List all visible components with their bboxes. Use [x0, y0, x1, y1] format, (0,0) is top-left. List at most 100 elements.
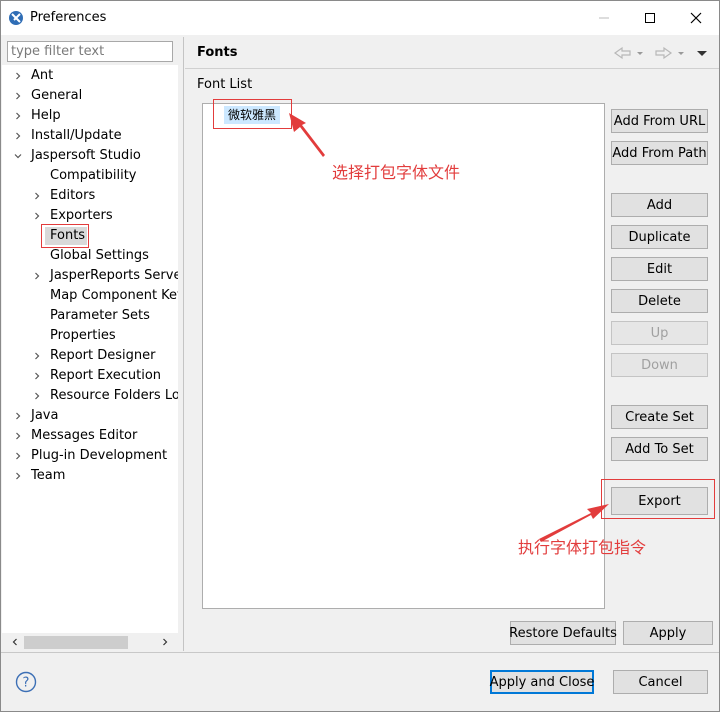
- tree-item-help[interactable]: Help: [2, 106, 178, 126]
- scroll-right-icon[interactable]: [160, 637, 170, 647]
- annotation-select-font: 选择打包字体文件: [332, 163, 461, 182]
- tree-item-jaspersoft-studio[interactable]: Jaspersoft Studio: [2, 146, 178, 166]
- down-button[interactable]: Down: [611, 353, 708, 377]
- tree-item-map-component-key[interactable]: Map Component Key: [2, 286, 178, 306]
- eclipse-app-icon: [9, 11, 23, 25]
- tree-item-plug-in-development[interactable]: Plug-in Development: [2, 446, 178, 466]
- delete-button[interactable]: Delete: [611, 289, 708, 313]
- tree-item-label: Java: [31, 408, 59, 423]
- preferences-tree: Ant General Help Install/Update Jaspersoft S…: [2, 65, 178, 633]
- tree-item-label: Install/Update: [31, 128, 122, 143]
- forward-arrow-icon[interactable]: [655, 46, 673, 60]
- preferences-window: Preferences Ant General Help Install/Update…: [0, 0, 720, 712]
- scroll-thumb[interactable]: [24, 636, 128, 649]
- tree-item-label: Team: [31, 468, 66, 483]
- tree-item-jasperreports-server[interactable]: JasperReports Server: [2, 266, 178, 286]
- tree-item-label: Plug-in Development: [31, 448, 168, 463]
- minimize-icon: [599, 17, 609, 19]
- tree-item-label: JasperReports Server: [50, 268, 178, 283]
- chevron-right-icon[interactable]: [13, 451, 23, 461]
- tree-item-resource-folders-loc[interactable]: Resource Folders Loc: [2, 386, 178, 406]
- tree-item-label: Report Designer: [50, 348, 156, 363]
- tree-item-messages-editor[interactable]: Messages Editor: [2, 426, 178, 446]
- up-button[interactable]: Up: [611, 321, 708, 345]
- chevron-right-icon[interactable]: [32, 271, 42, 281]
- tree-item-label: Global Settings: [50, 248, 149, 263]
- close-icon: [690, 12, 702, 24]
- window-title: Preferences: [30, 10, 107, 25]
- panel-divider[interactable]: [183, 37, 184, 651]
- filter-input[interactable]: [7, 41, 173, 62]
- tree-item-compatibility[interactable]: Compatibility: [2, 166, 178, 186]
- tree-horizontal-scrollbar[interactable]: [7, 634, 173, 651]
- add-to-set-button[interactable]: Add To Set: [611, 437, 708, 461]
- chevron-right-icon[interactable]: [32, 351, 42, 361]
- tree-item-report-designer[interactable]: Report Designer: [2, 346, 178, 366]
- minimize-button[interactable]: [581, 1, 627, 35]
- chevron-right-icon[interactable]: [13, 411, 23, 421]
- apply-and-close-button[interactable]: Apply and Close: [490, 670, 594, 694]
- page-title: Fonts: [197, 45, 238, 60]
- cancel-button[interactable]: Cancel: [613, 670, 708, 694]
- tree-item-label: General: [31, 88, 83, 103]
- chevron-right-icon[interactable]: [13, 131, 23, 141]
- font-list-label: Font List: [197, 77, 253, 92]
- scroll-left-icon[interactable]: [10, 637, 20, 647]
- tree-item-team[interactable]: Team: [2, 466, 178, 486]
- tree-item-fonts[interactable]: [2, 226, 178, 246]
- add-button[interactable]: Add: [611, 193, 708, 217]
- tree-item-label: Help: [31, 108, 61, 123]
- edit-button[interactable]: Edit: [611, 257, 708, 281]
- tree-item-exporters[interactable]: Exporters: [2, 206, 178, 226]
- apply-button[interactable]: Apply: [623, 621, 713, 645]
- tree-item-fonts-label: Fonts: [50, 228, 86, 243]
- view-menu-icon[interactable]: [697, 51, 707, 56]
- font-item-annotation-box: [213, 99, 292, 129]
- tree-item-label: Exporters: [50, 208, 113, 223]
- title-bar: Preferences: [1, 1, 719, 35]
- tree-item-label: Ant: [31, 68, 54, 83]
- tree-item-install-update[interactable]: Install/Update: [2, 126, 178, 146]
- add-from-path-button[interactable]: Add From Path: [611, 141, 708, 165]
- tree-item-report-execution[interactable]: Report Execution: [2, 366, 178, 386]
- chevron-right-icon[interactable]: [13, 471, 23, 481]
- annotation-export-font: 执行字体打包指令: [518, 538, 647, 557]
- add-from-url-button[interactable]: Add From URL: [611, 109, 708, 133]
- back-dropdown-icon[interactable]: [637, 52, 643, 55]
- tree-item-label: Resource Folders Loc: [50, 388, 178, 403]
- forward-dropdown-icon[interactable]: [678, 52, 684, 55]
- chevron-right-icon[interactable]: [32, 371, 42, 381]
- maximize-button[interactable]: [627, 1, 673, 35]
- close-button[interactable]: [673, 1, 719, 35]
- footer-separator: [1, 652, 719, 653]
- svg-text:?: ?: [23, 676, 30, 691]
- chevron-right-icon[interactable]: [13, 431, 23, 441]
- chevron-down-icon[interactable]: [13, 151, 23, 161]
- tree-item-general[interactable]: General: [2, 86, 178, 106]
- chevron-right-icon[interactable]: [13, 71, 23, 81]
- help-icon[interactable]: ?: [15, 671, 37, 693]
- tree-item-ant[interactable]: Ant: [2, 66, 178, 86]
- history-navigation: [613, 46, 707, 60]
- tree-item-editors[interactable]: Editors: [2, 186, 178, 206]
- header-separator: [185, 68, 719, 69]
- restore-defaults-button[interactable]: Restore Defaults: [509, 621, 617, 645]
- back-arrow-icon[interactable]: [613, 46, 631, 60]
- chevron-right-icon[interactable]: [32, 191, 42, 201]
- tree-item-label: Map Component Key: [50, 288, 178, 303]
- chevron-right-icon[interactable]: [32, 211, 42, 221]
- tree-item-label: Properties: [50, 328, 116, 343]
- chevron-right-icon[interactable]: [13, 111, 23, 121]
- chevron-right-icon[interactable]: [13, 91, 23, 101]
- maximize-icon: [645, 13, 655, 23]
- export-annotation-box: [601, 479, 715, 519]
- tree-item-parameter-sets[interactable]: Parameter Sets: [2, 306, 178, 326]
- duplicate-button[interactable]: Duplicate: [611, 225, 708, 249]
- tree-item-label: Parameter Sets: [50, 308, 150, 323]
- tree-item-properties[interactable]: Properties: [2, 326, 178, 346]
- chevron-right-icon[interactable]: [32, 391, 42, 401]
- create-set-button[interactable]: Create Set: [611, 405, 708, 429]
- tree-item-label: Messages Editor: [31, 428, 138, 443]
- tree-item-java[interactable]: Java: [2, 406, 178, 426]
- tree-item-global-settings[interactable]: Global Settings: [2, 246, 178, 266]
